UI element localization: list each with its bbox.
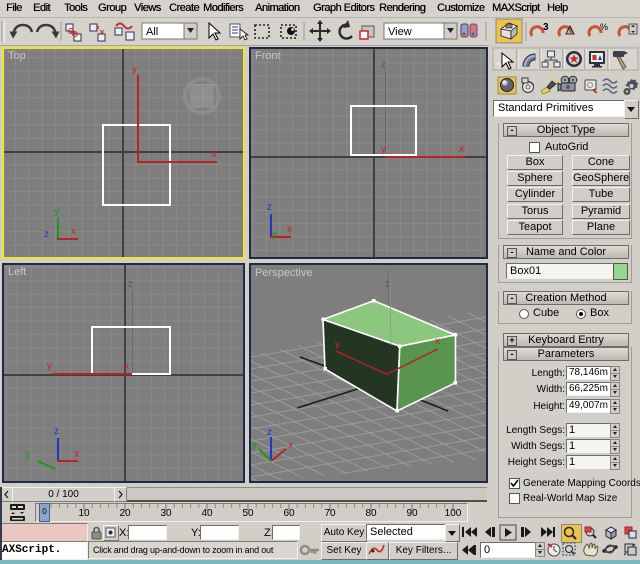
svg-text:View: View	[388, 26, 412, 38]
svg-text:z: z	[385, 279, 390, 290]
svg-text:3: 3	[543, 22, 549, 33]
svg-text:y: y	[252, 440, 257, 451]
svg-text:x: x	[288, 440, 293, 451]
svg-text:%: %	[600, 22, 608, 32]
svg-text:y: y	[335, 339, 340, 350]
svg-text:x: x	[435, 336, 440, 347]
svg-text:All: All	[146, 26, 158, 38]
svg-text:Perspective: Perspective	[255, 267, 312, 279]
svg-text:z: z	[267, 427, 272, 438]
